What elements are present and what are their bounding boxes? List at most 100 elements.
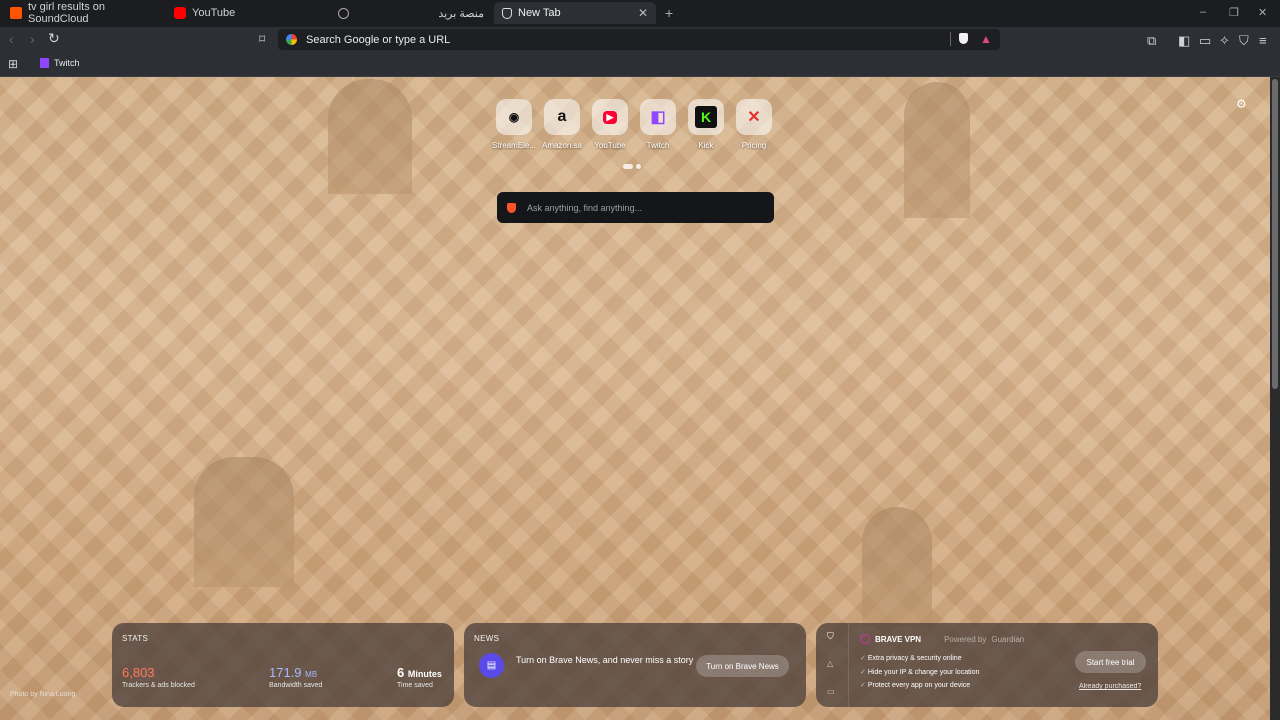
- top-sites: ◉ StreamEle... a Amazon.sa ▶ YouTube ◧ T…: [490, 99, 778, 150]
- tab-title: New Tab: [518, 7, 561, 19]
- bookmark-icon[interactable]: ⌑: [259, 32, 265, 46]
- background-arch: [328, 79, 412, 194]
- vpn-feature-text: Extra privacy & security online: [867, 655, 962, 662]
- news-icon: ▤: [479, 653, 504, 678]
- start-free-trial-button[interactable]: Start free trial: [1075, 651, 1146, 673]
- bookmarks-bar: ⊞ Twitch: [0, 53, 1280, 77]
- close-window-icon[interactable]: ✕: [1258, 6, 1267, 19]
- restore-icon[interactable]: ❐: [1229, 6, 1239, 19]
- twitch-icon: [40, 58, 49, 68]
- soundcloud-icon: [10, 7, 22, 19]
- background-arch: [194, 457, 294, 587]
- leo-ai-icon[interactable]: ✧: [1219, 33, 1230, 49]
- check-icon: ✓: [860, 668, 866, 676]
- stats-card: STATS 6,803 Trackers & ads blocked 171.9…: [112, 623, 454, 707]
- bandwidth-unit: MB: [305, 670, 318, 679]
- check-icon: ✓: [860, 655, 866, 662]
- reload-icon[interactable]: ↻: [48, 30, 60, 47]
- time-label: Time saved: [397, 682, 433, 689]
- vpn-title: BRAVE VPN: [875, 634, 922, 644]
- new-tab-button[interactable]: +: [665, 5, 673, 21]
- news-text: Turn on Brave News, and never miss a sto…: [516, 655, 694, 665]
- trackers-value: 6,803: [122, 665, 155, 680]
- guardian-brand: Guardian: [991, 634, 1025, 644]
- trackers-stat: 6,803 Trackers & ads blocked: [122, 665, 195, 689]
- vpn-card-icon[interactable]: ⛉: [827, 631, 834, 642]
- customize-gear-icon[interactable]: ⚙: [1236, 97, 1247, 111]
- brave-vpn-icon: [860, 634, 870, 644]
- brave-shields-icon[interactable]: [959, 33, 968, 44]
- separator: [950, 32, 951, 46]
- top-site-amazon[interactable]: a Amazon.sa: [538, 99, 586, 150]
- talk-card-icon[interactable]: ▭: [827, 687, 835, 696]
- address-bar[interactable]: Search Google or type a URL ▲: [278, 29, 1000, 50]
- vpn-feature: ✓ Extra privacy & security online: [860, 652, 979, 666]
- turn-on-news-button[interactable]: Turn on Brave News: [696, 655, 789, 677]
- vpn-header: BRAVE VPN Powered by Guardian: [860, 634, 1024, 644]
- search-placeholder: Ask anything, find anything...: [527, 202, 643, 213]
- top-site-kick[interactable]: K Kick: [682, 99, 730, 150]
- tab-search-icon[interactable]: ⧉: [1147, 33, 1156, 49]
- top-site-label: Amazon.sa: [541, 141, 583, 150]
- bookmark-twitch[interactable]: Twitch: [40, 58, 80, 68]
- news-card: NEWS ▤ Turn on Brave News, and never mis…: [464, 623, 806, 707]
- tab-soundcloud[interactable]: tv girl results on SoundCloud: [2, 1, 164, 25]
- apps-grid-icon[interactable]: ⊞: [8, 57, 18, 71]
- top-site-twitch[interactable]: ◧ Twitch: [634, 99, 682, 150]
- tab-title: YouTube: [192, 7, 236, 19]
- top-site-streamelements[interactable]: ◉ StreamEle...: [490, 99, 538, 150]
- top-site-label: Twitch: [646, 141, 670, 150]
- wallet-icon[interactable]: ▭: [1199, 33, 1211, 49]
- tab-strip: tv girl results on SoundCloud YouTube من…: [0, 0, 1280, 27]
- brave-lion-icon: [507, 202, 516, 213]
- globe-icon: [338, 7, 349, 19]
- tab-new-tab[interactable]: New Tab ✕: [494, 2, 656, 24]
- kick-icon: K: [688, 99, 724, 135]
- address-placeholder: Search Google or type a URL: [306, 33, 451, 46]
- photo-credit: Photo by Nina Luong: [10, 691, 76, 698]
- top-site-youtube[interactable]: ▶ YouTube: [586, 99, 634, 150]
- news-title: NEWS: [474, 634, 500, 643]
- rewards-card-icon[interactable]: △: [827, 659, 833, 668]
- brave-rewards-icon[interactable]: ▲: [980, 32, 992, 46]
- sidebar-icon[interactable]: ◧: [1178, 33, 1190, 49]
- twitch-icon: ◧: [640, 99, 676, 135]
- vpn-feature: ✓ Protect every app on your device: [860, 679, 979, 693]
- top-site-label: Pricing: [741, 141, 767, 150]
- vpn-card: ⛉ △ ▭ BRAVE VPN Powered by Guardian ✓ Ex…: [816, 623, 1158, 707]
- vpn-powered-by: Powered by: [944, 634, 987, 644]
- google-icon: [286, 34, 297, 45]
- back-icon[interactable]: ‹: [9, 31, 14, 47]
- close-tab-icon[interactable]: ✕: [638, 6, 648, 20]
- minimize-icon[interactable]: –: [1200, 6, 1206, 18]
- pager-dot-active[interactable]: [623, 164, 633, 169]
- check-icon: ✓: [860, 682, 866, 689]
- top-site-label: YouTube: [594, 141, 626, 150]
- new-tab-page: ⚙ ◉ StreamEle... a Amazon.sa ▶ YouTube ◧…: [0, 77, 1270, 720]
- background-arch: [904, 82, 970, 218]
- tab-mail[interactable]: منصة بريد: [330, 2, 492, 24]
- time-unit: Minutes: [407, 669, 442, 679]
- forward-icon[interactable]: ›: [30, 31, 35, 47]
- top-site-label: Kick: [698, 141, 714, 150]
- already-purchased-link[interactable]: Already purchased?: [1079, 683, 1141, 690]
- tab-youtube[interactable]: YouTube: [166, 2, 328, 24]
- youtube-icon: ▶: [592, 99, 628, 135]
- tab-title: tv girl results on SoundCloud: [28, 1, 106, 25]
- streamelements-icon: ◉: [496, 99, 532, 135]
- pager-dot[interactable]: [636, 164, 641, 169]
- search-box[interactable]: Ask anything, find anything...: [497, 192, 774, 223]
- top-sites-pager: [623, 164, 641, 169]
- scrollbar-thumb[interactable]: [1272, 79, 1278, 389]
- background-arch: [862, 507, 932, 627]
- top-site-pricing[interactable]: ✕ Pricing: [730, 99, 778, 150]
- vpn-feature: ✓ Hide your IP & change your location: [860, 666, 979, 680]
- menu-icon[interactable]: ≡: [1259, 33, 1267, 48]
- bandwidth-value: 171.9: [269, 665, 302, 680]
- scrollbar[interactable]: [1270, 77, 1280, 720]
- vpn-icon[interactable]: ⛉: [1239, 33, 1249, 49]
- stats-title: STATS: [122, 634, 149, 643]
- time-stat: 6 Minutes Time saved: [397, 665, 442, 689]
- card-switcher: ⛉ △ ▭: [816, 623, 849, 707]
- tab-title: منصة بريد: [438, 7, 484, 20]
